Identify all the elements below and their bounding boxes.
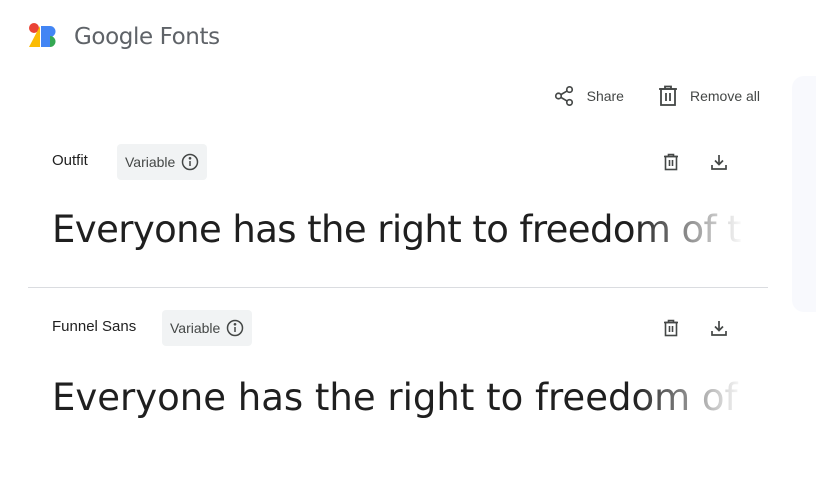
remove-all-button[interactable]: Remove all bbox=[658, 85, 760, 107]
font-name[interactable]: Outfit bbox=[52, 152, 88, 169]
brand-title[interactable]: Google Fonts bbox=[74, 24, 220, 50]
font-card-outfit: Outfit Variable Everyone has the right t… bbox=[28, 140, 768, 288]
font-sample-text[interactable]: Everyone has the right to freedom of tho… bbox=[52, 376, 744, 419]
app-header: Google Fonts bbox=[28, 22, 220, 52]
variable-badge[interactable]: Variable bbox=[117, 144, 208, 180]
badge-label: Variable bbox=[125, 154, 176, 170]
download-icon bbox=[711, 321, 727, 336]
info-icon[interactable] bbox=[226, 319, 244, 337]
trash-icon bbox=[664, 319, 678, 337]
download-icon bbox=[711, 155, 727, 170]
remove-font-button[interactable] bbox=[659, 316, 683, 340]
font-card-funnel-sans: Funnel Sans Variable Everyone has the ri… bbox=[28, 306, 768, 436]
download-font-button[interactable] bbox=[707, 316, 731, 340]
side-panel bbox=[792, 76, 816, 312]
trash-icon bbox=[658, 85, 677, 106]
remove-font-button[interactable] bbox=[659, 150, 683, 174]
variable-badge[interactable]: Variable bbox=[162, 310, 253, 346]
trash-icon bbox=[664, 153, 678, 171]
share-label: Share bbox=[586, 88, 624, 104]
font-name[interactable]: Funnel Sans bbox=[52, 318, 136, 335]
info-icon[interactable] bbox=[181, 153, 199, 171]
google-fonts-logo-icon[interactable] bbox=[28, 22, 62, 52]
share-button[interactable]: Share bbox=[553, 85, 624, 107]
collection-toolbar: Share Remove all bbox=[553, 82, 760, 110]
font-sample-text[interactable]: Everyone has the right to freedom of tho… bbox=[52, 208, 744, 251]
remove-all-label: Remove all bbox=[689, 88, 760, 104]
download-font-button[interactable] bbox=[707, 150, 731, 174]
share-icon bbox=[554, 86, 573, 106]
badge-label: Variable bbox=[170, 320, 221, 336]
